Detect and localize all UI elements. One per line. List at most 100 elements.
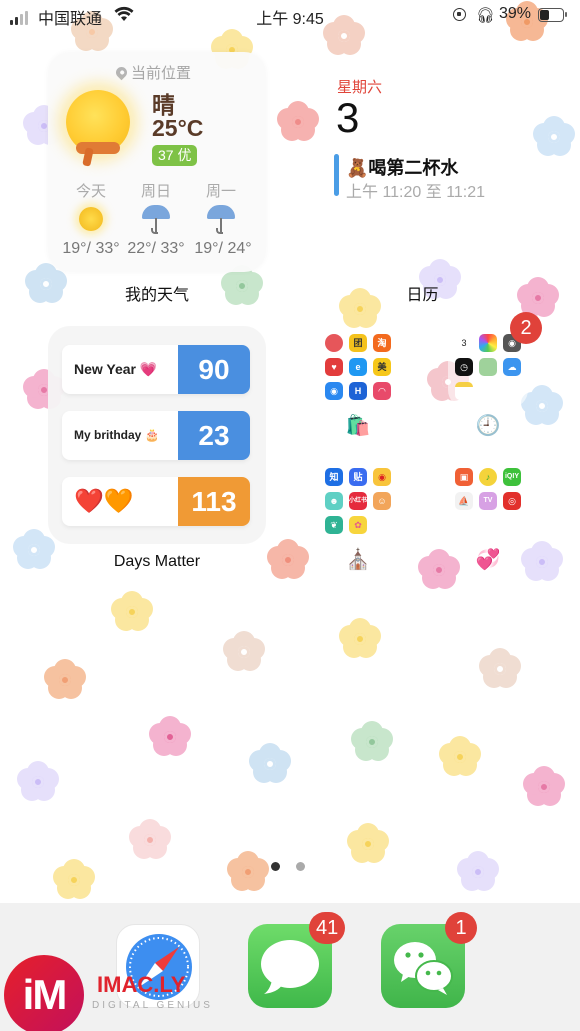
wechat-badge: 1 bbox=[445, 912, 477, 944]
flower-decoration bbox=[226, 850, 270, 894]
weather-widget[interactable]: 当前位置 晴 25°C 37 优 今天 周日 周一 19°/ 33° 22°/ … bbox=[48, 52, 266, 272]
flower-decoration bbox=[52, 858, 96, 902]
weibo-app-icon: ◉ bbox=[373, 468, 391, 486]
forecast-day: 周一 bbox=[205, 183, 236, 200]
location-pin-icon bbox=[113, 64, 130, 81]
tuangou-app-icon: 团 bbox=[349, 334, 367, 352]
transit-app-icon: H bbox=[349, 382, 367, 400]
current-temperature: 25°C bbox=[152, 115, 204, 141]
flower-decoration bbox=[532, 115, 576, 159]
flower-decoration bbox=[222, 630, 266, 674]
flower-decoration bbox=[522, 765, 566, 809]
battery-icon bbox=[538, 8, 567, 22]
xianyu-app-icon: ♥ bbox=[325, 358, 343, 376]
days-matter-widget-label: Days Matter bbox=[113, 553, 201, 570]
forecast-range: 19°/ 24° bbox=[194, 240, 252, 257]
flower-decoration bbox=[266, 538, 310, 582]
scarf-decoration bbox=[76, 142, 120, 154]
flower-decoration bbox=[338, 617, 382, 661]
sun-icon bbox=[61, 205, 121, 235]
forecast-day: 周日 bbox=[140, 183, 171, 200]
tv-app-icon: TV bbox=[479, 492, 497, 510]
flower-decoration bbox=[248, 742, 292, 786]
location-label: 当前位置 bbox=[131, 65, 192, 82]
forecast-range: 22°/ 33° bbox=[127, 240, 185, 257]
flower-decoration bbox=[346, 822, 390, 866]
wifi-key-app-icon: ◉ bbox=[325, 382, 343, 400]
page-dot-active[interactable] bbox=[271, 862, 280, 871]
pinduoduo-app-icon bbox=[325, 334, 343, 352]
umbrella-icon bbox=[191, 205, 251, 235]
hearts-icon: 💞 bbox=[475, 549, 501, 571]
folder-entertainment[interactable]: ▣ ♪ iQIY ⛵ TV ◎ bbox=[448, 462, 528, 542]
countdown-row[interactable]: ❤️🧡 113 bbox=[62, 477, 250, 526]
flower-decoration bbox=[148, 715, 192, 759]
flower-decoration bbox=[456, 850, 500, 894]
photos-app-icon bbox=[479, 334, 497, 352]
flower-decoration bbox=[276, 100, 320, 144]
weather-widget-label: 我的天气 bbox=[124, 287, 189, 304]
maps-app-icon bbox=[479, 358, 497, 376]
flower-decoration bbox=[350, 720, 394, 764]
battery-fill bbox=[540, 10, 549, 20]
countdown-days: 113 bbox=[178, 477, 250, 526]
flower-decoration bbox=[43, 658, 87, 702]
flower-decoration bbox=[128, 818, 172, 862]
countdown-name: My brithday 🎂 bbox=[74, 428, 160, 442]
mall-app-icon: ◠ bbox=[373, 382, 391, 400]
countdown-row[interactable]: New Year 💗 90 bbox=[62, 345, 250, 394]
location: 当前位置 bbox=[113, 62, 192, 83]
watermark-title: IMAC.LY bbox=[97, 972, 186, 997]
shopping-bags-icon: 🛍️ bbox=[345, 415, 371, 437]
chapel-icon: ⛪ bbox=[345, 549, 371, 571]
flower-decoration bbox=[110, 590, 154, 634]
folder-shopping[interactable]: 团 淘 ♥ e 美 ◉ H ◠ bbox=[318, 328, 398, 408]
calendar-date: 3 bbox=[336, 94, 360, 141]
kuaishou-app-icon: ▣ bbox=[455, 468, 473, 486]
leaf-app-icon: ❦ bbox=[325, 516, 343, 534]
calendar-widget-label: 日历 bbox=[406, 287, 439, 304]
countdown-days: 90 bbox=[178, 345, 250, 394]
event-color-bar bbox=[334, 154, 339, 196]
music-app-icon: ♪ bbox=[479, 468, 497, 486]
countdown-days: 23 bbox=[178, 411, 250, 460]
flower-app-icon: ✿ bbox=[349, 516, 367, 534]
netease-music-app-icon: ◎ bbox=[503, 492, 521, 510]
event-time: 上午 11:20 至 11:21 bbox=[346, 184, 486, 201]
taobao-app-icon: 淘 bbox=[373, 334, 391, 352]
days-matter-widget[interactable]: New Year 💗 90 My brithday 🎂 23 ❤️🧡 113 bbox=[48, 326, 266, 544]
teddy-bear-icon: 🧸 bbox=[346, 158, 369, 178]
travel-app-icon: ⛵ bbox=[455, 492, 473, 510]
heart-emojis: ❤️🧡 bbox=[74, 488, 134, 515]
forecast-day: 今天 bbox=[75, 183, 106, 200]
aqi-badge: 37 优 bbox=[152, 145, 198, 166]
calendar-app-icon: 3 bbox=[455, 334, 473, 352]
watermark-subtitle: DIGITAL GENIUS bbox=[92, 1000, 213, 1011]
page-dot[interactable] bbox=[296, 862, 305, 871]
soul-app-icon: ☻ bbox=[325, 492, 343, 510]
xiaohongshu-app-icon: 小红书 bbox=[349, 492, 367, 510]
umbrella-icon bbox=[126, 205, 186, 235]
battery-percent: 39% bbox=[499, 5, 532, 22]
notes-app-icon bbox=[455, 382, 473, 400]
weather-app-icon: ☁ bbox=[503, 358, 521, 376]
calendar-event[interactable]: 🧸喝第二杯水 bbox=[346, 154, 458, 180]
tieba-app-icon: 贴 bbox=[349, 468, 367, 486]
eleme-app-icon: e bbox=[349, 358, 367, 376]
messages-badge: 41 bbox=[309, 912, 346, 944]
clock-emoji-icon: 🕘 bbox=[475, 415, 501, 437]
clock-app-icon: ◷ bbox=[455, 358, 473, 376]
folder-social[interactable]: 知 贴 ◉ ☻ 小红书 ☺ ❦ ✿ bbox=[318, 462, 398, 542]
countdown-row[interactable]: My brithday 🎂 23 bbox=[62, 411, 250, 460]
countdown-name: New Year 💗 bbox=[74, 361, 158, 377]
headphones-icon: 🎧︎ bbox=[476, 7, 496, 24]
iqiyi-app-icon: iQIY bbox=[503, 468, 521, 486]
flower-decoration bbox=[478, 647, 522, 691]
watermark-logo: iM bbox=[4, 955, 84, 1031]
event-title: 喝第二杯水 bbox=[368, 158, 459, 178]
flower-decoration bbox=[438, 735, 482, 779]
rotation-lock-icon bbox=[453, 8, 466, 21]
game-app-icon: ☺ bbox=[373, 492, 391, 510]
meituan-app-icon: 美 bbox=[373, 358, 391, 376]
zhihu-app-icon: 知 bbox=[325, 468, 343, 486]
